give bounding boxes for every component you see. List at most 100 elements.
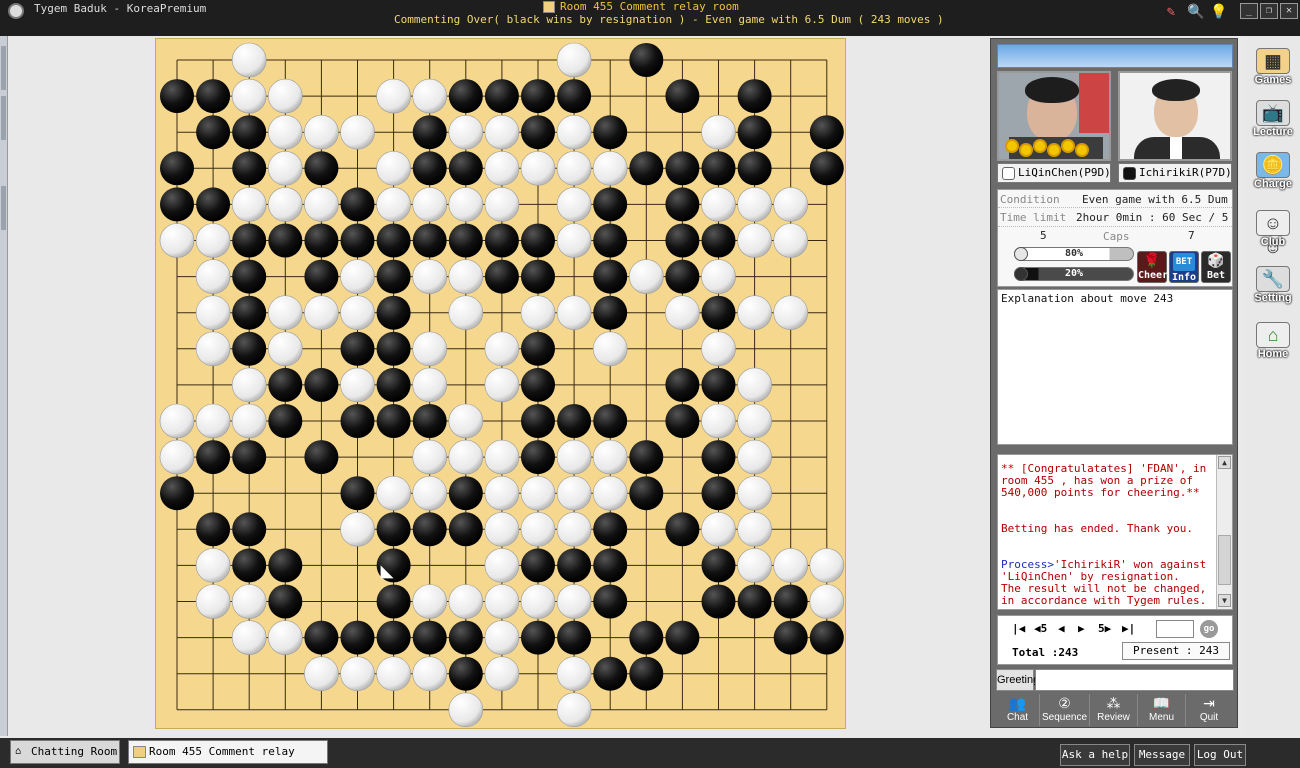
maximize-button[interactable]: ❐ [1260, 3, 1278, 19]
minimize-button[interactable]: _ [1240, 3, 1258, 19]
black-stone [448, 620, 483, 655]
forward-1-button[interactable]: ▶ [1078, 622, 1085, 635]
black-stone [268, 367, 303, 402]
lecture-button[interactable]: 📺 Lecture [1251, 100, 1295, 146]
info-button[interactable]: BET Info [1169, 251, 1199, 283]
white-stone-icon [1002, 167, 1015, 180]
black-stone [701, 548, 736, 583]
black-stone [701, 367, 736, 402]
black-stone [268, 584, 303, 619]
time-limit-label: Time limit [1000, 211, 1067, 224]
room-title: Room 455 Comment relay room [560, 0, 739, 13]
black-stone [340, 404, 375, 438]
tab-chatting-room[interactable]: ⌂ Chatting Room [10, 740, 120, 764]
close-button[interactable]: ✕ [1280, 3, 1298, 19]
black-stone [701, 223, 736, 258]
app-title: Tygem Baduk - KoreaPremium [34, 2, 207, 15]
black-stone [232, 440, 267, 475]
coin-jar-icon: 🪙 [1256, 152, 1290, 178]
left-bar-tab[interactable] [1, 46, 6, 90]
pencil-icon[interactable]: ✎ [1162, 3, 1180, 21]
cheer-button[interactable]: 🌹 Cheer [1137, 251, 1168, 283]
chat-message: ** [Congratulatates] 'FDAN', in room 455… [1001, 462, 1207, 499]
black-stone [557, 79, 592, 114]
black-stone [268, 548, 303, 583]
black-player-label[interactable]: IchirikiR(P7D) [1118, 163, 1232, 183]
scroll-thumb[interactable] [1218, 535, 1231, 585]
black-stone [232, 259, 267, 294]
lecture-label: Lecture [1253, 126, 1293, 138]
white-stone [304, 656, 339, 692]
black-stone [412, 512, 447, 547]
white-stone [268, 295, 303, 331]
black-captures: 7 [1188, 229, 1195, 242]
go-board-svg[interactable] [156, 39, 847, 730]
chat-scrollbar[interactable]: ▲ ▼ [1216, 455, 1232, 609]
message-button[interactable]: Message [1134, 744, 1190, 766]
go-button[interactable]: go [1200, 620, 1218, 638]
black-stone [232, 331, 267, 366]
white-stone [195, 259, 231, 294]
black-stone [773, 620, 808, 655]
white-stone [484, 114, 520, 150]
black-stone [268, 404, 303, 438]
white-stone [737, 548, 772, 583]
black-stone [737, 79, 772, 114]
tab-room-455[interactable]: Room 455 Comment relay room [128, 740, 328, 768]
left-bar-tab[interactable] [1, 186, 6, 230]
menu-button[interactable]: 📖 Menu [1138, 694, 1186, 726]
black-stone [665, 187, 700, 222]
back-1-button[interactable]: ◀ [1058, 622, 1065, 635]
black-stone [593, 259, 628, 294]
ask-help-button[interactable]: Ask a help [1060, 744, 1130, 766]
white-captures: 5 [1040, 229, 1047, 242]
lightbulb-icon[interactable]: 💡 [1210, 3, 1228, 21]
greeting-input[interactable] [1035, 669, 1234, 691]
greeting-button[interactable]: Greeting [996, 669, 1039, 691]
black-stone [521, 79, 555, 114]
move-number-input[interactable] [1156, 620, 1194, 638]
charge-button[interactable]: 🪙 Charge [1251, 152, 1295, 198]
white-stone [484, 367, 520, 403]
club-button[interactable]: ☺☺ Club [1251, 210, 1295, 257]
chat-button[interactable]: 👥 Chat [996, 694, 1040, 726]
black-stone [304, 151, 339, 186]
quit-button[interactable]: ⇥ Quit [1186, 694, 1232, 726]
first-move-button[interactable]: |◀ [1012, 622, 1025, 635]
forward-5-button[interactable]: 5▶ [1098, 622, 1111, 635]
black-stone [665, 512, 700, 547]
white-stone [737, 187, 772, 222]
search-icon[interactable]: 🔍 [1187, 3, 1205, 21]
go-board[interactable] [155, 38, 846, 729]
black-stone [521, 115, 555, 150]
black-stone [521, 331, 555, 366]
black-stone [484, 223, 519, 258]
black-stone [593, 115, 628, 150]
back-5-button[interactable]: ◀5 [1034, 622, 1047, 635]
logout-button[interactable]: Log Out [1194, 744, 1246, 766]
white-stone [304, 114, 339, 150]
move-explanation[interactable]: Explanation about move 243 [997, 289, 1233, 445]
games-label: Games [1254, 74, 1292, 86]
bet-button[interactable]: 🎲 Bet [1201, 251, 1231, 283]
left-bar-tab[interactable] [1, 96, 6, 140]
chat-log[interactable]: ** [Congratulatates] 'FDAN', in room 455… [997, 454, 1233, 610]
white-stone [520, 295, 556, 331]
home-button[interactable]: ⌂ Home [1251, 322, 1295, 368]
black-stone [665, 259, 700, 294]
white-stone [592, 439, 628, 475]
sequence-button[interactable]: ② Sequence [1040, 694, 1090, 726]
black-stone [521, 548, 555, 583]
last-move-button[interactable]: ▶| [1122, 622, 1135, 635]
white-player-label[interactable]: LiQinChen(P9D) [997, 163, 1111, 183]
setting-button[interactable]: 🔧 Setting [1251, 266, 1295, 312]
white-stone [159, 223, 195, 258]
white-cheer-percent: 80% [1064, 248, 1084, 259]
games-button[interactable]: ▦ Games [1251, 48, 1295, 94]
scroll-up-icon[interactable]: ▲ [1218, 456, 1231, 469]
move-navigation: |◀ ◀5 ◀ ▶ 5▶ ▶| go Total :243 Present : … [997, 615, 1233, 665]
room-status: Commenting Over( black wins by resignati… [394, 13, 944, 26]
scroll-down-icon[interactable]: ▼ [1218, 594, 1231, 607]
review-button[interactable]: ⁂ Review [1090, 694, 1138, 726]
white-stone [701, 331, 736, 367]
